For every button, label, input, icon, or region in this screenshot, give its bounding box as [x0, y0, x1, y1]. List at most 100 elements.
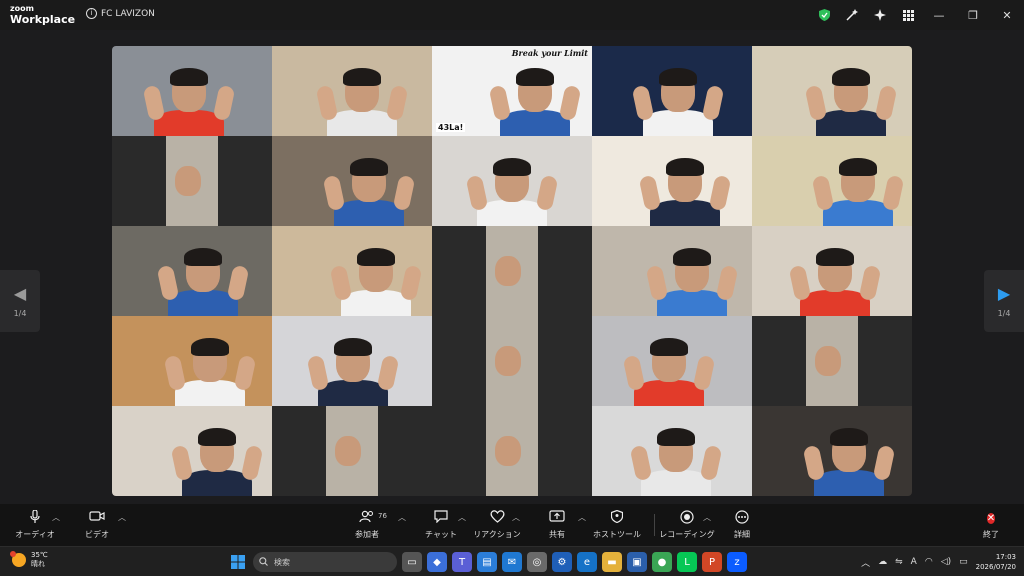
clock-date: 2026/07/20	[975, 563, 1016, 571]
recording-label: レコーディング	[659, 530, 715, 539]
next-page-button[interactable]: ▶ 1/4	[984, 270, 1024, 332]
participant-video-tile[interactable]	[112, 226, 272, 316]
video-gallery: Break your Limit 43La!	[112, 46, 912, 496]
host-tools-button[interactable]: ホストツール	[587, 509, 647, 540]
participant-video-tile[interactable]	[112, 406, 272, 496]
participant-video-tile[interactable]	[272, 226, 432, 316]
previous-page-button[interactable]: ◀ 1/4	[0, 270, 40, 332]
participant-video-tile[interactable]	[752, 406, 912, 496]
chat-options-caret[interactable]: ︿	[458, 512, 466, 523]
edge-icon[interactable]: e	[577, 552, 597, 572]
share-options-caret[interactable]: ︿	[578, 512, 586, 523]
video-label: ビデオ	[85, 530, 109, 539]
participant-video-tile[interactable]	[592, 46, 752, 136]
participant-video-tile[interactable]	[272, 46, 432, 136]
shield-icon[interactable]	[810, 0, 838, 30]
folder-icon[interactable]: ▬	[602, 552, 622, 572]
teams-icon[interactable]: T	[452, 552, 472, 572]
participant-video-tile[interactable]	[752, 316, 912, 406]
video-stage: Break your Limit 43La! ◀ 1/4 ▶ 1/4	[0, 30, 1024, 504]
close-button[interactable]: ✕	[990, 0, 1024, 30]
end-meeting-button[interactable]: ✕ 終了	[961, 510, 1021, 540]
system-tray: ︿ ☁ ⇋ A ◠ ◁) ▭ 17:03 2026/07/20	[861, 550, 1016, 574]
participant-video-tile[interactable]	[592, 316, 752, 406]
participant-video-tile[interactable]	[112, 136, 272, 226]
search-placeholder: 検索	[274, 557, 290, 567]
minimize-button[interactable]: —	[922, 0, 956, 30]
mail-icon[interactable]: ✉	[502, 552, 522, 572]
participants-options-caret[interactable]: ︿	[398, 512, 406, 523]
video-options-caret[interactable]: ︿	[118, 512, 126, 523]
toolbar-divider	[654, 514, 655, 536]
participant-video-tile[interactable]	[432, 226, 592, 316]
zoom-icon[interactable]: z	[727, 552, 747, 572]
reactions-label: リアクション	[473, 530, 521, 539]
battery-icon[interactable]: ▭	[959, 557, 968, 567]
meeting-toolbar: オーディオ ︿ ビデオ ︿ 参加者 76 ︿ チャット ︿ リアクション ︿ 共…	[0, 504, 1024, 546]
start-button[interactable]	[228, 552, 248, 572]
info-icon[interactable]: i	[86, 8, 97, 19]
tile-badge: 43La!	[436, 123, 466, 132]
powerpoint-icon[interactable]: P	[702, 552, 722, 572]
apps-grid-icon[interactable]	[894, 0, 922, 30]
end-call-icon: ✕	[986, 513, 996, 524]
search-icon	[259, 556, 268, 568]
shield-icon	[610, 509, 624, 526]
end-label: 終了	[983, 530, 999, 539]
participant-video-tile[interactable]	[592, 226, 752, 316]
cloud-icon[interactable]: ☁	[878, 557, 887, 567]
microphone-icon	[30, 509, 40, 526]
participant-video-tile[interactable]	[272, 406, 432, 496]
participant-video-tile[interactable]	[112, 316, 272, 406]
participants-button[interactable]: 参加者	[337, 510, 397, 540]
magic-wand-icon[interactable]	[838, 0, 866, 30]
meeting-title: FC LAVIZON	[101, 8, 155, 19]
participants-label: 参加者	[355, 530, 379, 539]
ime-icon[interactable]: A	[911, 557, 917, 567]
participant-video-tile[interactable]	[592, 136, 752, 226]
settings-app-icon[interactable]: ⚙	[552, 552, 572, 572]
app-logo: zoom Workplace	[10, 4, 75, 26]
reactions-options-caret[interactable]: ︿	[512, 512, 520, 523]
clock[interactable]: 17:03 2026/07/20	[976, 552, 1016, 572]
participant-video-tile[interactable]	[432, 136, 592, 226]
tile-banner-text: Break your Limit	[511, 48, 588, 58]
camera-icon	[89, 510, 105, 526]
os-taskbar: 35℃ 晴れ 検索 ▭ ◆ T ▤ ✉ ◎ ⚙ e ▬ ▣ ● L P z ︿ …	[0, 546, 1024, 576]
restore-button[interactable]: ❐	[956, 0, 990, 30]
participant-video-tile[interactable]: Break your Limit 43La!	[432, 46, 592, 136]
chevron-up-icon[interactable]: ︿	[861, 556, 870, 569]
clock-time: 17:03	[995, 553, 1016, 561]
line-icon[interactable]: L	[677, 552, 697, 572]
participant-video-tile[interactable]	[272, 316, 432, 406]
participant-video-tile[interactable]	[432, 406, 592, 496]
participant-video-tile[interactable]	[272, 136, 432, 226]
participant-video-tile[interactable]	[112, 46, 272, 136]
store-icon[interactable]: ▤	[477, 552, 497, 572]
taskbar-search[interactable]: 検索	[253, 552, 397, 572]
sun-icon	[10, 551, 26, 567]
participant-video-tile[interactable]	[432, 316, 592, 406]
audio-options-caret[interactable]: ︿	[52, 512, 60, 523]
share-label: 共有	[549, 530, 565, 539]
meeting-info[interactable]: i FC LAVIZON	[86, 8, 155, 19]
volume-icon[interactable]: ◁)	[941, 557, 951, 567]
photos-icon[interactable]: ▣	[627, 552, 647, 572]
capture-icon[interactable]: ◎	[527, 552, 547, 572]
recording-options-caret[interactable]: ︿	[703, 512, 711, 523]
participant-video-tile[interactable]	[752, 136, 912, 226]
participant-video-tile[interactable]	[592, 406, 752, 496]
task-view-icon[interactable]: ▭	[402, 552, 422, 572]
chat-icon	[434, 510, 448, 526]
copilot-icon[interactable]: ◆	[427, 552, 447, 572]
network-icon[interactable]: ⇋	[895, 557, 903, 567]
record-icon	[680, 510, 694, 526]
weather-widget[interactable]: 35℃ 晴れ	[10, 551, 48, 569]
wifi-icon[interactable]: ◠	[925, 557, 933, 567]
participants-icon	[359, 510, 375, 526]
participant-video-tile[interactable]	[752, 226, 912, 316]
sparkle-icon[interactable]	[866, 0, 894, 30]
details-button[interactable]: 詳細	[712, 510, 772, 540]
chrome-icon[interactable]: ●	[652, 552, 672, 572]
participant-video-tile[interactable]	[752, 46, 912, 136]
